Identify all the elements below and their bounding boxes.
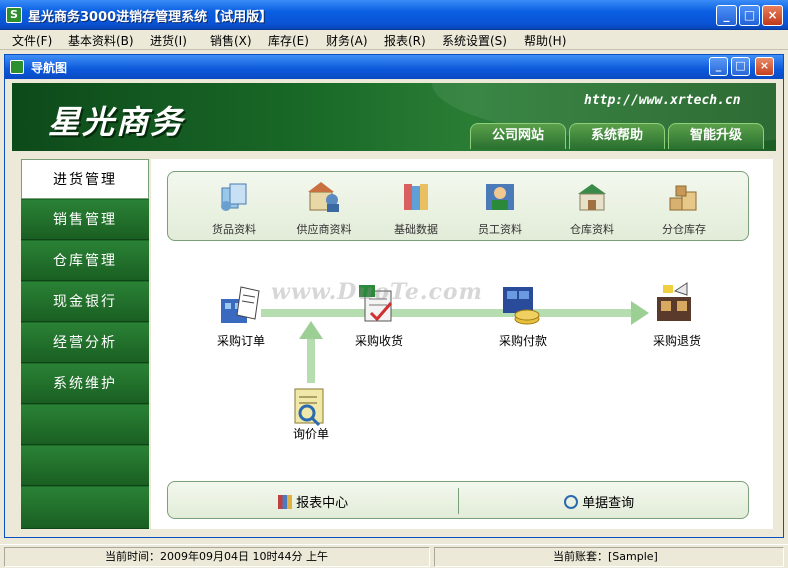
menu-settings[interactable]: 系统设置(S) [442, 32, 507, 49]
arrow-up-icon [299, 321, 323, 339]
menu-reports[interactable]: 报表(R) [384, 32, 426, 49]
bottom-divider [458, 488, 459, 514]
flow-line [531, 309, 631, 317]
sidebar-empty-slot [21, 446, 149, 486]
inquiry-icon[interactable] [287, 385, 333, 429]
menu-basic-data[interactable]: 基本资料(B) [68, 32, 134, 49]
sidebar-item-cash-bank[interactable]: 现金银行 [21, 282, 149, 322]
close-button[interactable]: × [762, 5, 783, 26]
arrow-right-icon [631, 301, 649, 325]
brand-logo: 星光商务 [48, 103, 185, 141]
navigation-icon [10, 60, 24, 74]
sidebar-item-purchase[interactable]: 进货管理 [21, 159, 149, 199]
document-query-button[interactable]: 单据查询 [564, 492, 634, 511]
tab-system-help[interactable]: 系统帮助 [569, 123, 665, 149]
menu-help[interactable]: 帮助(H) [524, 32, 566, 49]
watermark: www.DuoTe.com [271, 279, 483, 305]
purchase-order-icon[interactable] [217, 283, 263, 327]
child-minimize-button[interactable]: _ [709, 57, 728, 76]
navigation-window: 导航图 _ □ × 星光商务 http://www.xrtech.cn 公司网站… [4, 54, 784, 538]
flow-purchase-order[interactable]: 采购订单 [201, 332, 281, 349]
website-url: http://www.xrtech.cn [584, 93, 741, 108]
flow-inquiry[interactable]: 询价单 [271, 425, 351, 442]
sidebar-item-maintenance[interactable]: 系统维护 [21, 364, 149, 404]
sidebar-item-analysis[interactable]: 经营分析 [21, 323, 149, 363]
flow-purchase-return[interactable]: 采购退货 [637, 332, 717, 349]
menu-sales[interactable]: 销售(X) [210, 32, 252, 49]
status-bar: 当前时间：2009年09月04日 10时44分 上午 当前账套：[Sample] [0, 544, 788, 568]
magnifier-icon [564, 495, 578, 509]
sidebar-empty-slot [21, 405, 149, 445]
flow-line [307, 337, 315, 383]
status-time: 当前时间：2009年09月04日 10时44分 上午 [4, 547, 430, 567]
status-account: 当前账套：[Sample] [434, 547, 784, 567]
tab-company-website[interactable]: 公司网站 [470, 123, 566, 149]
sidebar: 进货管理 销售管理 仓库管理 现金银行 经营分析 系统维护 [21, 159, 149, 529]
menu-bar: 文件(F) 基本资料(B) 进货(I) 销售(X) 库存(E) 财务(A) 报表… [0, 30, 788, 50]
flow-purchase-receipt[interactable]: 采购收货 [339, 332, 419, 349]
main-panel: 货品资料 供应商资料 基础数据 员工资料 仓库资料 分仓库存 采购订单 采购收货… [151, 159, 773, 529]
navigation-titlebar[interactable]: 导航图 _ □ × [5, 55, 783, 79]
menu-finance[interactable]: 财务(A) [326, 32, 368, 49]
banner: 星光商务 http://www.xrtech.cn 公司网站 系统帮助 智能升级 [12, 83, 776, 151]
bottom-actions: 报表中心 单据查询 [167, 481, 749, 519]
sidebar-item-sales[interactable]: 销售管理 [21, 200, 149, 240]
menu-purchase[interactable]: 进货(I) [150, 32, 187, 49]
menu-inventory[interactable]: 库存(E) [268, 32, 309, 49]
navigation-title: 导航图 [31, 61, 68, 75]
minimize-button[interactable]: _ [716, 5, 737, 26]
main-titlebar[interactable]: S 星光商务3000进销存管理系统【试用版】 _ □ × [0, 0, 788, 30]
document-query-label: 单据查询 [582, 496, 635, 511]
purchase-return-icon[interactable] [653, 281, 699, 325]
child-maximize-button[interactable]: □ [731, 57, 750, 76]
report-books-icon [278, 495, 292, 509]
sidebar-empty-slot [21, 487, 149, 529]
sidebar-item-warehouse[interactable]: 仓库管理 [21, 241, 149, 281]
flow-purchase-payment[interactable]: 采购付款 [483, 332, 563, 349]
maximize-button[interactable]: □ [739, 5, 760, 26]
report-center-label: 报表中心 [296, 496, 349, 511]
tab-smart-upgrade[interactable]: 智能升级 [668, 123, 764, 149]
purchase-payment-icon[interactable] [499, 283, 545, 327]
report-center-button[interactable]: 报表中心 [278, 492, 348, 511]
window-title: 星光商务3000进销存管理系统【试用版】 [28, 10, 273, 25]
child-close-button[interactable]: × [755, 57, 774, 76]
menu-file[interactable]: 文件(F) [12, 32, 52, 49]
app-icon: S [6, 7, 22, 23]
